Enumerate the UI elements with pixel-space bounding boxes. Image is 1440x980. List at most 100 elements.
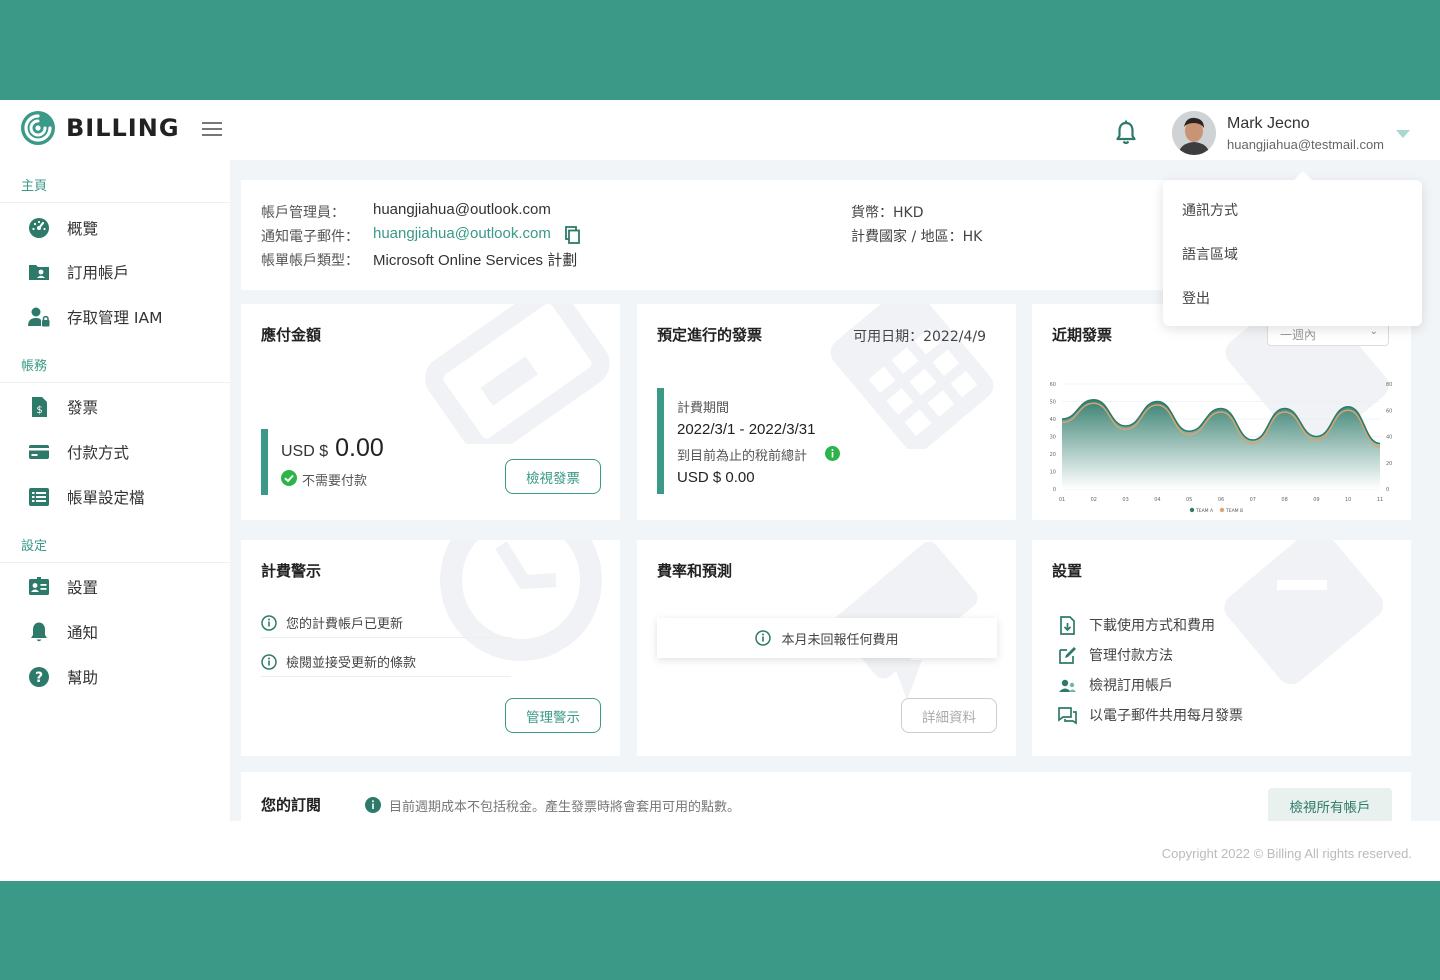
menu-item-contact[interactable]: 通訊方式: [1182, 200, 1238, 220]
accent-bar: [657, 388, 664, 494]
y-tick-label: 10: [1050, 470, 1056, 476]
upcoming-invoice-card: 預定進行的發票 可用日期：2022/4/9 計費期間 2022/3/1 - 20…: [637, 304, 1016, 520]
sidebar-item-subscriptions[interactable]: 訂用帳戶: [28, 258, 129, 286]
view-invoice-button[interactable]: 檢視發票: [505, 459, 601, 494]
period-select-value: 一週內: [1280, 328, 1317, 342]
details-button[interactable]: 詳細資料: [901, 698, 997, 733]
admin-email: huangjiahua@outlook.com: [373, 201, 551, 218]
sidebar-item-notifications[interactable]: 通知: [28, 618, 98, 646]
sidebar-item-iam[interactable]: 存取管理 IAM: [28, 303, 162, 331]
sidebar-item-label: 通知: [67, 624, 99, 642]
sidebar-section-accounting: 帳務: [21, 359, 48, 374]
alert-item[interactable]: 您的計費帳戶已更新: [261, 608, 511, 638]
amount-value: 0.00: [335, 434, 384, 462]
notify-email-label: 通知電子郵件：: [261, 229, 359, 245]
info-outline-icon: [261, 653, 277, 670]
sidebar-item-invoices[interactable]: $ 發票: [28, 393, 98, 421]
settings-title: 設置: [1052, 562, 1083, 580]
x-tick-label: 08: [1281, 497, 1287, 503]
x-tick-label: 03: [1122, 497, 1128, 503]
y2-tick-label: 60: [1386, 408, 1392, 414]
chevron-down-icon: ⌄: [1369, 326, 1378, 337]
user-avatar[interactable]: [1172, 111, 1216, 155]
amount-currency: USD $: [281, 443, 329, 460]
user-lock-icon: [28, 307, 50, 327]
subscriptions-notice: 目前週期成本不包括稅金。產生發票時將會套用可用的點數。: [389, 800, 741, 815]
manage-alerts-button[interactable]: 管理警示: [505, 698, 601, 733]
view-all-accounts-button[interactable]: 檢視所有帳戶: [1268, 788, 1392, 824]
notification-bell-icon[interactable]: [1114, 120, 1138, 146]
check-circle-icon: [281, 470, 297, 486]
speedometer-icon: [29, 218, 49, 238]
info-outline-icon: [755, 630, 772, 646]
sidebar-section-home: 主頁: [21, 179, 48, 194]
menu-item-language[interactable]: 語言區域: [1182, 244, 1238, 264]
list-icon: [29, 488, 49, 506]
alert-item[interactable]: 檢閱並接受更新的條款: [261, 647, 511, 677]
y2-tick-label: 40: [1386, 435, 1392, 441]
y2-tick-label: 20: [1386, 461, 1392, 467]
account-type-value: Microsoft Online Services 計劃: [373, 252, 578, 269]
sidebar-item-overview[interactable]: 概覽: [28, 214, 98, 242]
folder-user-icon: [29, 265, 49, 280]
legend-label: TEAM A: [1195, 508, 1214, 514]
chat-icon: [1058, 706, 1077, 725]
settings-item-email-share[interactable]: 以電子郵件共用每月發票: [1058, 705, 1243, 725]
y-tick-label: 40: [1050, 417, 1056, 423]
id-card-icon: [29, 577, 49, 595]
pretax-total: USD $ 0.00: [677, 469, 755, 486]
file-download-icon: [1060, 615, 1075, 635]
y-tick-label: 30: [1050, 435, 1056, 441]
info-icon: [365, 797, 381, 813]
legend-label: TEAM B: [1225, 508, 1243, 514]
info-icon[interactable]: [825, 446, 840, 461]
pretax-label: 到目前為止的稅前總計: [677, 449, 808, 464]
sidebar-item-payment-methods[interactable]: 付款方式: [28, 438, 129, 466]
recent-invoices-title: 近期發票: [1052, 326, 1113, 344]
legend-swatch: [1189, 507, 1195, 513]
billing-alerts-card: 計費警示 您的計費帳戶已更新 檢閱並接受更新的條款 管理警示: [241, 540, 620, 756]
copy-icon[interactable]: [565, 226, 580, 244]
notify-email-link[interactable]: huangjiahua@outlook.com: [373, 225, 551, 242]
sidebar-item-help[interactable]: ? 幫助: [28, 663, 98, 691]
x-tick-label: 05: [1186, 497, 1192, 503]
y-tick-label: 50: [1050, 400, 1056, 406]
admin-label: 帳戶管理員：: [261, 205, 345, 221]
x-tick-label: 04: [1154, 497, 1160, 503]
user-email: huangjiahua@testmail.com: [1227, 137, 1385, 152]
y2-tick-label: 80: [1386, 382, 1392, 388]
x-tick-label: 11: [1377, 497, 1383, 503]
user-name: Mark Jecno: [1227, 115, 1310, 132]
invoice-icon: $: [32, 397, 47, 417]
alert-item-label: 檢閱並接受更新的條款: [286, 656, 417, 671]
menu-toggle-icon[interactable]: [202, 122, 222, 138]
logo-swirl-icon: [21, 111, 55, 145]
sidebar-item-label: 概覽: [67, 220, 99, 238]
x-tick-label: 02: [1091, 497, 1097, 503]
user-menu-chevron-down-icon[interactable]: [1396, 130, 1410, 138]
svg-text:?: ?: [35, 670, 43, 686]
sidebar-item-settings[interactable]: 設置: [28, 573, 98, 601]
menu-item-logout[interactable]: 登出: [1182, 288, 1210, 308]
no-charges-notice: 本月未回報任何費用: [657, 618, 997, 658]
rates-forecast-card: 費率和預測 本月未回報任何費用 詳細資料: [637, 540, 1016, 756]
settings-item-download[interactable]: 下載使用方式和費用: [1058, 615, 1215, 635]
svg-text:$: $: [36, 405, 42, 416]
settings-item-label: 以電子郵件共用每月發票: [1089, 708, 1243, 724]
billing-app: BILLING Mark Jecno huangjiahua@testmail.…: [0, 100, 1440, 881]
alert-item-label: 您的計費帳戶已更新: [286, 617, 404, 632]
top-bar: BILLING Mark Jecno huangjiahua@testmail.…: [0, 100, 1440, 160]
no-charges-text: 本月未回報任何費用: [781, 632, 899, 648]
rates-forecast-title: 費率和預測: [657, 562, 733, 580]
credit-card-watermark-icon: [425, 304, 610, 444]
x-tick-label: 01: [1059, 497, 1065, 503]
settings-item-label: 管理付款方法: [1089, 648, 1173, 664]
settings-item-payment[interactable]: 管理付款方法: [1058, 645, 1173, 665]
user-dropdown-menu: 通訊方式 語言區域 登出: [1163, 171, 1422, 326]
sidebar-item-billing-profiles[interactable]: 帳單設定檔: [28, 483, 145, 511]
logo[interactable]: BILLING: [20, 110, 180, 146]
period-value: 2022/3/1 - 2022/3/31: [677, 421, 816, 438]
settings-item-subscriptions[interactable]: 檢視訂用帳戶: [1058, 675, 1173, 695]
sidebar-item-label: 幫助: [67, 669, 99, 687]
upcoming-invoice-title: 預定進行的發票: [657, 326, 763, 344]
